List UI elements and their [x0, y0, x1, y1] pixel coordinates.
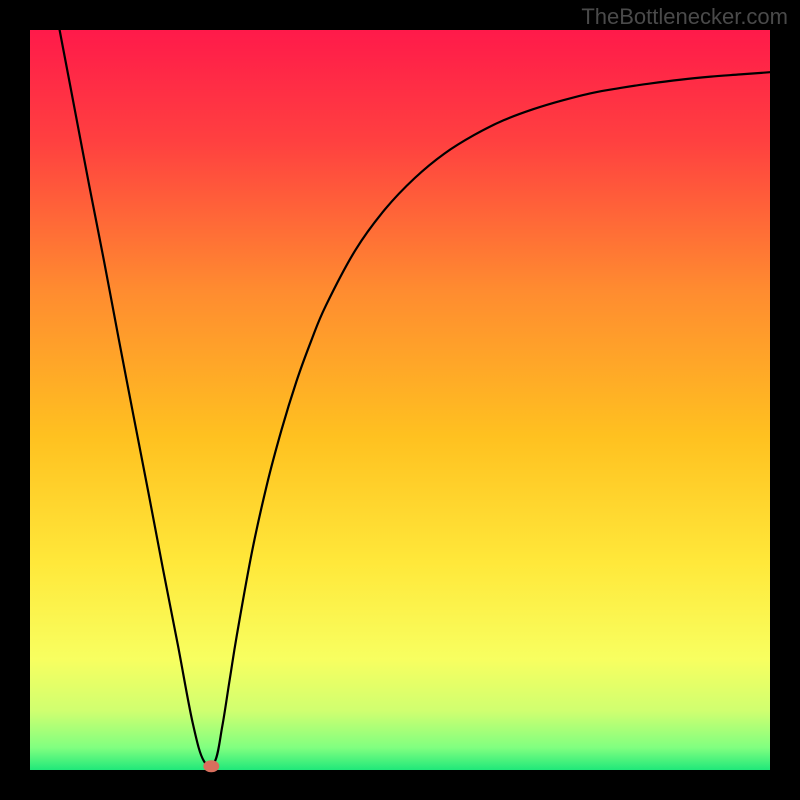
chart-container: TheBottlenecker.com [0, 0, 800, 800]
optimal-point-marker [203, 760, 219, 772]
plot-background [30, 30, 770, 770]
bottleneck-chart [0, 0, 800, 800]
